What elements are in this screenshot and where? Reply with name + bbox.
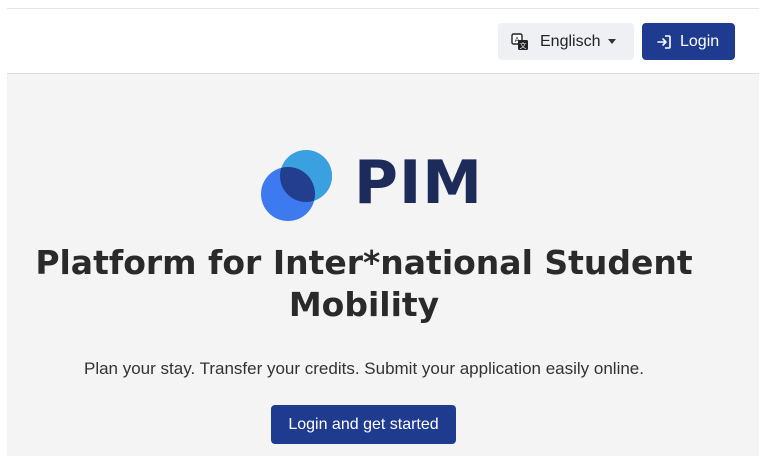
pim-logo: PIM [258,146,482,226]
language-dropdown[interactable]: A 文 Englisch [498,23,634,60]
logo-text: PIM [354,148,484,218]
language-label: Englisch [540,32,601,50]
login-button[interactable]: Login [642,23,735,60]
svg-text:文: 文 [520,41,527,50]
sign-in-icon [656,34,672,50]
page-title: Platform for Inter*national Student Mobi… [35,243,693,324]
top-navbar: A 文 Englisch Login [7,9,759,74]
login-label: Login [680,32,720,50]
tagline: Plan your stay. Transfer your credits. S… [83,359,644,378]
app-window: A 文 Englisch Login PIM Platform for Inte… [7,8,759,456]
hero-section: PIM Platform for Inter*national Student … [7,74,759,456]
caret-down-icon [608,39,617,44]
translate-icon: A 文 [511,32,529,51]
login-get-started-button[interactable]: Login and get started [271,405,456,444]
logo-mark-icon [261,150,332,221]
